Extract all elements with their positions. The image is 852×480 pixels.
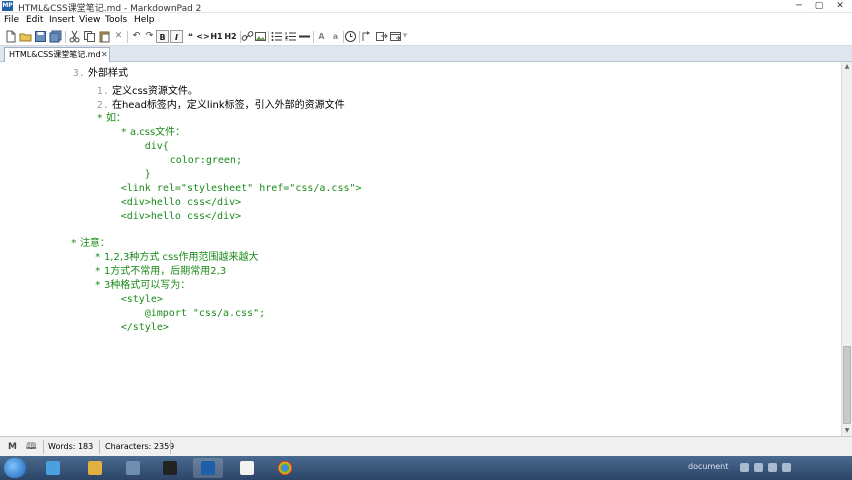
close-button[interactable]: ✕ — [832, 1, 848, 12]
taskbar-app-chrome[interactable] — [270, 458, 300, 478]
link-icon[interactable] — [241, 30, 254, 43]
menu-insert[interactable]: Insert — [49, 14, 75, 27]
menu-file[interactable]: File — [4, 14, 19, 27]
vertical-scrollbar[interactable]: ▲ ▼ — [841, 62, 852, 436]
preview-icon[interactable] — [361, 30, 374, 43]
scroll-up-icon[interactable]: ▲ — [842, 62, 852, 72]
toolbar-separator — [313, 31, 314, 43]
menu-bar: File Edit Insert View Tools Help — [0, 13, 852, 28]
tab-close-icon[interactable]: ✕ — [101, 49, 108, 61]
toolbar-overflow-icon[interactable]: ▾ — [402, 30, 408, 43]
new-file-icon[interactable] — [4, 30, 17, 43]
taskbar-app[interactable] — [80, 458, 110, 478]
status-bar: M 🕮 Words: 183 Characters: 2359 — [0, 436, 852, 456]
taskbar: document — [0, 456, 852, 480]
redo-icon[interactable]: ↷ — [143, 30, 156, 43]
status-separator — [99, 440, 100, 454]
tray-icon[interactable] — [782, 463, 791, 472]
tray-label: document — [688, 462, 729, 471]
image-icon[interactable] — [254, 30, 267, 43]
copy-icon[interactable] — [83, 30, 96, 43]
delete-icon[interactable]: ✕ — [112, 30, 125, 43]
tray-icon[interactable] — [754, 463, 763, 472]
tab-document[interactable]: HTML&CSS课堂笔记.md ✕ — [4, 47, 110, 62]
tray-icon[interactable] — [740, 463, 749, 472]
horizontal-rule-icon[interactable] — [298, 30, 311, 43]
open-folder-icon[interactable] — [19, 30, 32, 43]
save-icon[interactable] — [34, 30, 47, 43]
taskbar-app[interactable] — [38, 458, 68, 478]
start-button-icon[interactable] — [4, 458, 26, 478]
lowercase-button[interactable]: a — [329, 30, 342, 43]
toolbar-separator — [359, 31, 360, 43]
character-count: Characters: 2359 — [105, 442, 175, 451]
editor-line: </style> — [120, 322, 169, 333]
tab-document-label: HTML&CSS课堂笔记.md — [9, 50, 101, 59]
taskbar-app[interactable] — [232, 458, 262, 478]
toolbar-separator — [268, 31, 269, 43]
menu-view[interactable]: View — [79, 14, 100, 27]
status-separator — [170, 440, 171, 454]
minimize-button[interactable]: ─ — [792, 1, 806, 12]
tray-icon[interactable] — [768, 463, 777, 472]
bullet-list-icon[interactable] — [270, 30, 283, 43]
tab-bar: HTML&CSS课堂笔记.md ✕ — [0, 46, 852, 62]
toolbar-separator — [65, 31, 66, 43]
heading1-button[interactable]: H1 — [210, 30, 223, 43]
toolbar-separator — [127, 31, 128, 43]
cut-icon[interactable] — [68, 30, 81, 43]
title-bar: MP HTML&CSS课堂笔记.md - MarkdownPad 2 ─ ▢ ✕ — [0, 0, 852, 14]
menu-tools[interactable]: Tools — [105, 14, 127, 27]
taskbar-app-markdownpad[interactable] — [193, 458, 223, 478]
scrollbar-thumb[interactable] — [843, 346, 851, 424]
scroll-down-icon[interactable]: ▼ — [842, 426, 852, 436]
code-button[interactable]: <> — [196, 30, 210, 43]
uppercase-button[interactable]: A — [315, 30, 328, 43]
menu-help[interactable]: Help — [134, 14, 155, 27]
word-count: Words: 183 — [48, 442, 94, 451]
heading2-button[interactable]: H2 — [224, 30, 237, 43]
book-icon[interactable]: 🕮 — [26, 442, 37, 452]
menu-edit[interactable]: Edit — [26, 14, 43, 27]
numbered-list-icon[interactable] — [284, 30, 297, 43]
taskbar-app[interactable] — [155, 458, 185, 478]
status-separator — [43, 440, 44, 454]
maximize-button[interactable]: ▢ — [812, 1, 826, 12]
markdown-mode-icon[interactable]: M — [8, 442, 17, 452]
italic-button[interactable]: I — [170, 30, 183, 43]
markdown-editor[interactable]: 3. 外部样式 1. 定义css资源文件。 2. 在head标签内，定义link… — [0, 62, 841, 436]
timestamp-icon[interactable] — [344, 30, 357, 43]
app-icon: MP — [2, 1, 13, 11]
editor-line: <div>hello css</div> — [120, 211, 242, 222]
paste-icon[interactable] — [98, 30, 111, 43]
bold-button[interactable]: B — [156, 30, 169, 43]
toolbar: ✕ ↶ ↷ B I ❝ <> H1 H2 A a ▾ — [0, 28, 852, 46]
save-all-icon[interactable] — [49, 30, 62, 43]
export-icon[interactable] — [375, 30, 388, 43]
taskbar-app[interactable] — [118, 458, 148, 478]
browser-icon[interactable] — [389, 30, 402, 43]
undo-icon[interactable]: ↶ — [130, 30, 143, 43]
